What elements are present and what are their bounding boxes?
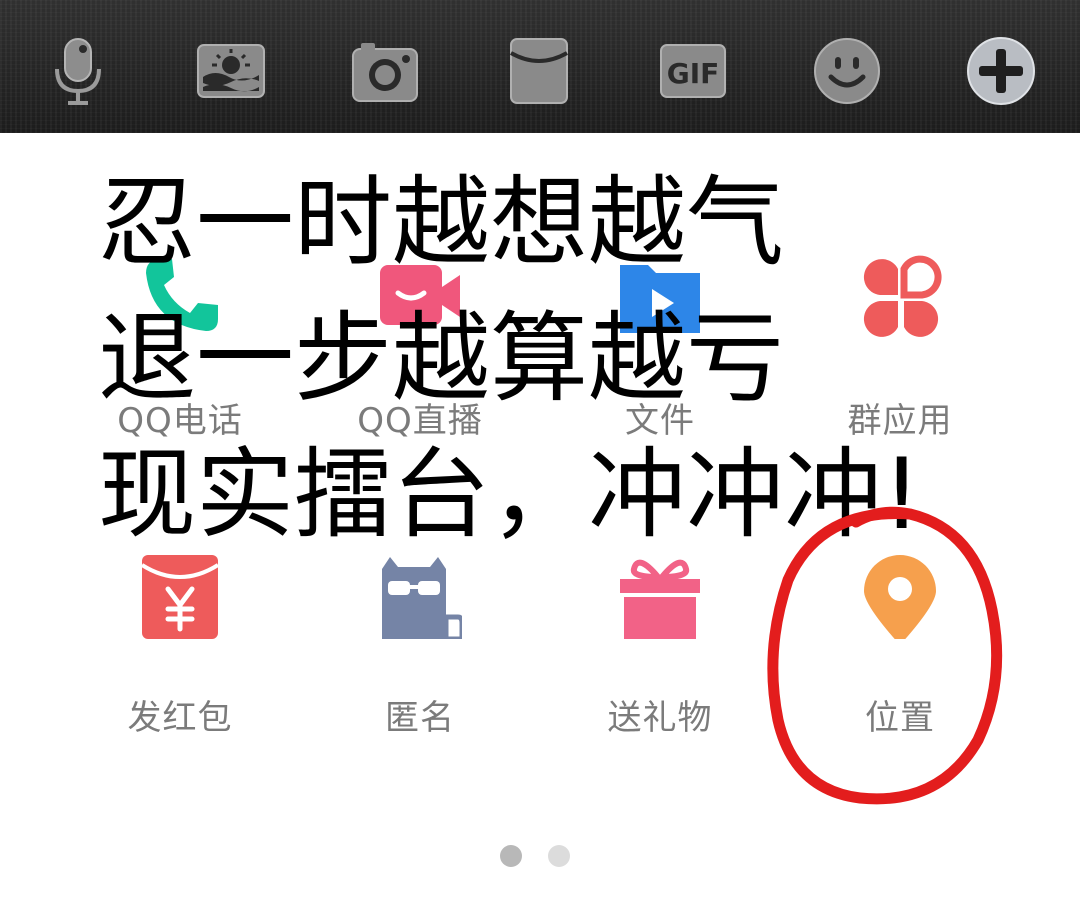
photo-album-button[interactable] [195, 35, 267, 107]
qq-call-item[interactable]: QQ电话 [60, 255, 300, 485]
apps-icon [858, 255, 942, 339]
camera-button[interactable] [349, 35, 421, 107]
picture-icon [197, 44, 265, 98]
phone-icon [138, 255, 222, 339]
microphone-icon [55, 38, 101, 105]
gif-button[interactable]: GIF [657, 35, 729, 107]
location-item[interactable]: 位置 [780, 555, 1020, 785]
send-gift-label: 送礼物 [607, 698, 713, 738]
gif-label: GIF [667, 57, 720, 90]
more-button[interactable] [965, 35, 1037, 107]
emoji-button[interactable] [811, 35, 883, 107]
group-apps-label: 群应用 [847, 401, 953, 441]
voice-button[interactable] [42, 35, 114, 107]
gif-icon: GIF [660, 44, 726, 98]
plus-icon [967, 37, 1035, 105]
send-red-packet-item[interactable]: 发红包 [60, 555, 300, 785]
qq-live-item[interactable]: QQ直播 [300, 255, 540, 485]
file-item[interactable]: 文件 [540, 255, 780, 485]
red-packet-button[interactable] [503, 35, 575, 107]
send-gift-item[interactable]: 送礼物 [540, 555, 780, 785]
page-dot-active[interactable] [500, 845, 522, 867]
camera-icon [352, 43, 418, 102]
chat-input-toolbar: GIF [0, 0, 1080, 133]
red-envelope-icon [138, 555, 222, 639]
anonymous-label: 匿名 [385, 698, 455, 738]
qq-live-label: QQ直播 [357, 401, 483, 441]
location-label: 位置 [865, 698, 935, 738]
gift-icon [618, 555, 702, 639]
send-red-packet-label: 发红包 [127, 698, 233, 738]
file-label: 文件 [625, 401, 695, 441]
page-indicator [500, 845, 580, 867]
location-pin-icon [858, 555, 942, 639]
video-camera-icon [378, 255, 462, 339]
smiley-icon [814, 38, 880, 104]
qq-call-label: QQ电话 [117, 401, 243, 441]
page-dot[interactable] [548, 845, 570, 867]
anonymous-item[interactable]: 匿名 [300, 555, 540, 785]
anonymous-icon [378, 555, 462, 639]
folder-icon [618, 255, 702, 339]
red-packet-icon [510, 38, 568, 104]
group-apps-item[interactable]: 群应用 [780, 255, 1020, 485]
